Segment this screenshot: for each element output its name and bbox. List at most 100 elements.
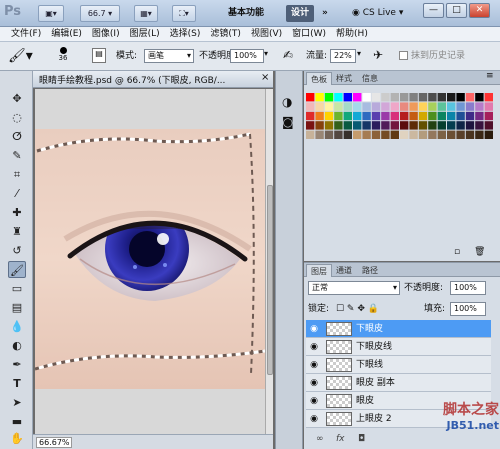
opacity-dropdown-icon[interactable]: ▾ <box>264 49 268 58</box>
layer-row[interactable]: ◉ 眼皮 副本 <box>306 374 491 392</box>
visibility-eye-icon[interactable]: ◉ <box>308 377 320 389</box>
swatch[interactable] <box>315 93 324 102</box>
swatch[interactable] <box>437 102 446 111</box>
swatch[interactable] <box>409 111 418 121</box>
swatch[interactable] <box>362 102 371 111</box>
swatch[interactable] <box>484 111 493 121</box>
zoom-select[interactable]: 66.7 ▾ <box>80 5 120 22</box>
swatch[interactable] <box>447 93 456 102</box>
mode-select[interactable]: 画笔 ▾ <box>144 49 194 63</box>
swatch[interactable] <box>390 93 399 102</box>
healing-brush-tool-icon[interactable]: ✚ <box>8 204 26 221</box>
lock-icons[interactable]: ☐ ✎ ✥ 🔒 <box>336 302 379 316</box>
swatch[interactable] <box>343 130 352 139</box>
swatch[interactable] <box>437 111 446 121</box>
swatch[interactable] <box>409 93 418 102</box>
swatch[interactable] <box>353 121 362 130</box>
airbrush-icon[interactable]: ✈ <box>373 48 383 62</box>
dodge-tool-icon[interactable]: ◐ <box>8 337 26 354</box>
swatch[interactable] <box>343 111 352 121</box>
swatch[interactable] <box>334 121 343 130</box>
gradient-tool-icon[interactable]: ▤ <box>8 299 26 316</box>
swatch[interactable] <box>400 130 409 139</box>
swatch[interactable] <box>465 111 475 121</box>
crop-tool-icon[interactable]: ⌗ <box>8 166 26 183</box>
panel-menu-icon[interactable]: ≡ <box>486 71 494 81</box>
swatch[interactable] <box>484 93 493 102</box>
visibility-eye-icon[interactable]: ◉ <box>308 341 320 353</box>
swatch[interactable] <box>315 111 324 121</box>
brush-panel-toggle-icon[interactable]: ▤ <box>92 48 106 63</box>
swatch[interactable] <box>447 121 456 130</box>
swatch[interactable] <box>418 130 428 139</box>
blend-mode-select[interactable]: 正常 ▾ <box>308 281 400 295</box>
eyedropper-tool-icon[interactable]: ⁄ <box>8 185 26 202</box>
swatch[interactable] <box>362 130 371 139</box>
swatch[interactable] <box>447 130 456 139</box>
swatch[interactable] <box>484 121 493 130</box>
swatch[interactable] <box>428 111 437 121</box>
swatch[interactable] <box>381 121 390 130</box>
swatch[interactable] <box>437 121 446 130</box>
swatch[interactable] <box>306 130 315 139</box>
visibility-eye-icon[interactable]: ◉ <box>308 413 320 425</box>
swatch[interactable] <box>324 121 334 130</box>
history-brush-tool-icon[interactable]: ↺ <box>8 242 26 259</box>
swatch[interactable] <box>428 102 437 111</box>
swatch[interactable] <box>484 130 493 139</box>
swatch[interactable] <box>315 102 324 111</box>
menu-item-2[interactable]: 图像(I) <box>87 27 125 41</box>
menu-item-5[interactable]: 滤镜(T) <box>205 27 246 41</box>
swatch[interactable] <box>447 111 456 121</box>
erase-history-checkbox[interactable] <box>399 51 408 60</box>
swatch[interactable] <box>428 121 437 130</box>
swatch[interactable] <box>456 130 465 139</box>
swatch[interactable] <box>371 93 381 102</box>
swatch[interactable] <box>465 93 475 102</box>
swatch[interactable] <box>306 111 315 121</box>
menu-item-3[interactable]: 图层(L) <box>125 27 165 41</box>
fx-icon[interactable]: fx <box>336 434 345 444</box>
document-close-icon[interactable]: × <box>261 72 269 83</box>
swatch[interactable] <box>475 102 484 111</box>
swatch[interactable] <box>362 121 371 130</box>
swatch[interactable] <box>456 121 465 130</box>
opacity-input[interactable]: 100% <box>230 49 264 63</box>
visibility-eye-icon[interactable]: ◉ <box>308 323 320 335</box>
hand-tool-icon[interactable]: ✋ <box>8 430 26 447</box>
menu-item-8[interactable]: 帮助(H) <box>331 27 373 41</box>
swatch[interactable] <box>390 121 399 130</box>
swatch-grid[interactable] <box>306 93 496 213</box>
swatch[interactable] <box>334 102 343 111</box>
swatch[interactable] <box>400 121 409 130</box>
tab-paths[interactable]: 路径 <box>358 264 382 277</box>
workspace-design-button[interactable]: 设计 <box>286 5 315 22</box>
tab-swatches[interactable]: 色板 <box>306 72 332 85</box>
tab-info[interactable]: 信息 <box>358 72 382 85</box>
tablet-opacity-icon[interactable]: ✍ <box>283 48 293 62</box>
fill-input[interactable]: 100% <box>450 302 486 316</box>
tab-styles[interactable]: 样式 <box>332 72 356 85</box>
marquee-tool-icon[interactable]: ◌ <box>8 109 26 126</box>
swatch[interactable] <box>456 102 465 111</box>
layer-opacity-input[interactable]: 100% <box>450 281 486 295</box>
swatch[interactable] <box>353 111 362 121</box>
path-selection-tool-icon[interactable]: ➤ <box>8 394 26 411</box>
layer-row[interactable]: ◉ 下眼皮线 <box>306 338 491 356</box>
flow-input[interactable]: 22% <box>330 49 356 63</box>
swatch[interactable] <box>306 93 315 102</box>
flow-dropdown-icon[interactable]: ▾ <box>357 49 361 58</box>
swatch[interactable] <box>390 130 399 139</box>
clone-stamp-tool-icon[interactable]: ♜ <box>8 223 26 240</box>
swatch[interactable] <box>353 93 362 102</box>
new-swatch-icon[interactable]: ▫ <box>454 247 460 257</box>
menu-item-1[interactable]: 编辑(E) <box>46 27 87 41</box>
swatch[interactable] <box>447 102 456 111</box>
swatch[interactable] <box>390 102 399 111</box>
swatch[interactable] <box>334 130 343 139</box>
close-button[interactable]: ✕ <box>469 3 490 18</box>
brush-picker[interactable]: 36 <box>52 45 74 69</box>
swatch[interactable] <box>428 93 437 102</box>
swatch[interactable] <box>409 121 418 130</box>
swatch[interactable] <box>409 130 418 139</box>
